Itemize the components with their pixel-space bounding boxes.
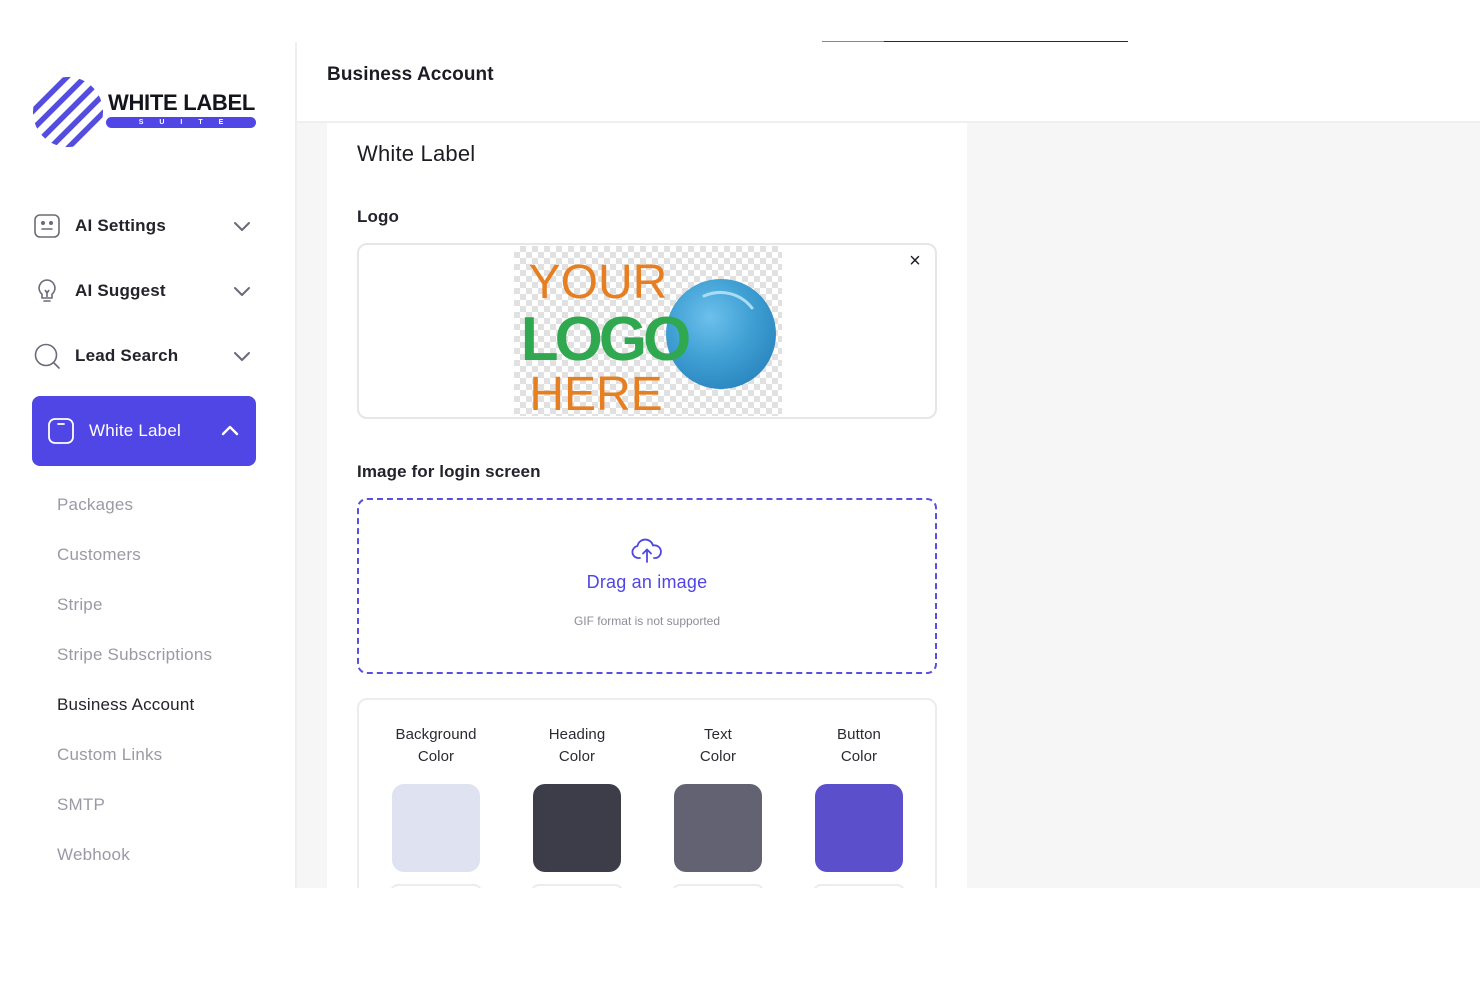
logo-label: Logo — [357, 207, 399, 226]
drop-zone-text: Drag an image — [586, 572, 708, 592]
robot-face-icon — [32, 211, 62, 241]
logo-preview-box: YOUR LOGO HERE × — [357, 243, 937, 419]
subnav-item-packages[interactable]: Packages — [57, 480, 287, 530]
text-color-setting: Text Color — [658, 724, 778, 888]
subnav-item-business-account[interactable]: Business Account — [57, 680, 287, 730]
white-label-card: White Label Logo YOUR LOGO HERE × Image … — [327, 123, 967, 888]
color-label-line: Color — [558, 748, 596, 765]
color-label: Button Color — [799, 724, 919, 772]
color-label-line: Background — [395, 726, 477, 743]
color-label-line: Color — [417, 748, 455, 765]
color-label-line: Color — [699, 748, 737, 765]
subnav-item-customers[interactable]: Customers — [57, 530, 287, 580]
color-label-line: Heading — [548, 726, 606, 743]
cloud-upload-icon — [631, 538, 662, 563]
sidebar-item-ai-suggest[interactable]: AI Suggest — [32, 261, 256, 321]
sidebar-item-label: AI Suggest — [75, 281, 166, 300]
color-label: Background Color — [376, 724, 496, 772]
subnav-item-custom-links[interactable]: Custom Links — [57, 730, 287, 780]
subnav-item-smtp[interactable]: SMTP — [57, 780, 287, 830]
color-input-edge — [390, 884, 482, 888]
sidebar-item-white-label[interactable]: White Label — [32, 396, 256, 466]
subnav-item-webhook[interactable]: Webhook — [57, 830, 287, 880]
login-image-label: Image for login screen — [357, 462, 541, 481]
diagonal-stripes-logo-icon — [33, 77, 103, 147]
card-title: White Label — [357, 141, 476, 166]
sidebar-item-label: White Label — [89, 421, 181, 440]
color-input-edge — [813, 884, 905, 888]
sidebar-nav: AI Settings AI Suggest Lead Search White… — [32, 196, 256, 471]
sidebar: WHITE LABEL SUITE AI Settings AI Suggest… — [0, 0, 296, 888]
chevron-up-icon — [221, 425, 239, 436]
background-color-swatch[interactable] — [392, 784, 480, 872]
loading-bar-track — [884, 41, 1128, 42]
button-color-swatch[interactable] — [815, 784, 903, 872]
logo-line-3: HERE — [529, 368, 662, 416]
heading-color-swatch[interactable] — [533, 784, 621, 872]
color-label: Text Color — [658, 724, 778, 772]
logo-preview-image[interactable]: YOUR LOGO HERE — [514, 246, 782, 416]
page-title: Business Account — [327, 64, 494, 85]
text-color-swatch[interactable] — [674, 784, 762, 872]
square-tag-icon — [46, 416, 76, 446]
loading-bar-progress — [822, 41, 884, 42]
chevron-down-icon — [234, 222, 250, 231]
drop-zone-hint: GIF format is not supported — [573, 614, 721, 628]
heading-color-setting: Heading Color — [517, 724, 637, 888]
logo-line-1: YOUR — [529, 256, 668, 309]
search-icon — [32, 341, 62, 371]
button-color-setting: Button Color — [799, 724, 919, 888]
sidebar-item-ai-settings[interactable]: AI Settings — [32, 196, 256, 256]
brand-logo[interactable]: WHITE LABEL SUITE — [30, 74, 270, 150]
sidebar-item-label: Lead Search — [75, 346, 179, 365]
color-settings-box: Background Color Heading Color Text Colo… — [357, 698, 937, 888]
remove-logo-button[interactable]: × — [903, 249, 927, 273]
brand-name: WHITE LABEL — [108, 90, 256, 115]
logo-line-2: LOGO — [521, 305, 689, 374]
color-input-edge — [531, 884, 623, 888]
your-logo-here-placeholder: YOUR LOGO HERE — [521, 256, 776, 416]
color-label-line: Button — [837, 726, 881, 743]
chevron-down-icon — [234, 287, 250, 296]
color-input-edge — [672, 884, 764, 888]
subnav-item-stripe-subscriptions[interactable]: Stripe Subscriptions — [57, 630, 287, 680]
screenshot-stage: WHITE LABEL SUITE AI Settings AI Suggest… — [0, 0, 1480, 987]
brand-tagline: SUITE — [106, 117, 256, 128]
chevron-down-icon — [234, 352, 250, 361]
sidebar-item-lead-search[interactable]: Lead Search — [32, 326, 256, 386]
subnav-item-stripe[interactable]: Stripe — [57, 580, 287, 630]
color-label: Heading Color — [517, 724, 637, 772]
color-label-line: Text — [704, 726, 732, 743]
background-color-setting: Background Color — [376, 724, 496, 888]
lightbulb-icon — [32, 276, 62, 306]
app-window: WHITE LABEL SUITE AI Settings AI Suggest… — [0, 0, 1480, 888]
sidebar-item-label: AI Settings — [75, 216, 166, 235]
color-label-line: Color — [840, 748, 878, 765]
login-image-dropzone[interactable]: Drag an image GIF format is not supporte… — [357, 498, 937, 674]
white-label-subnav: Packages Customers Stripe Stripe Subscri… — [57, 480, 287, 880]
